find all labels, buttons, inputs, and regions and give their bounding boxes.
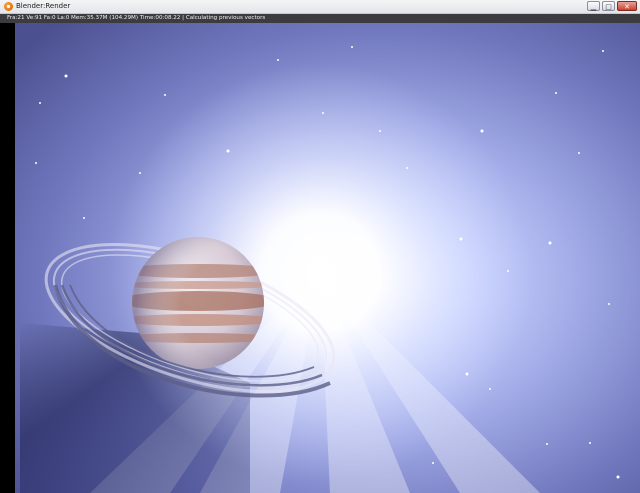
render-image (0, 23, 640, 493)
minimize-button[interactable]: ▁ (587, 1, 600, 11)
minimize-icon: ▁ (590, 3, 597, 11)
render-viewport[interactable] (0, 23, 640, 493)
window-title: Blender:Render (16, 2, 71, 10)
maximize-icon: □ (605, 3, 612, 11)
blender-icon (4, 2, 13, 11)
render-status-bar: Fra:21 Ve:91 Fa:0 La:0 Mem:35.37M (104.2… (0, 14, 640, 23)
maximize-button[interactable]: □ (602, 1, 615, 11)
close-icon: ✕ (624, 3, 630, 11)
blender-render-window: Blender:Render ▁ □ ✕ Fra:21 Ve:91 Fa:0 L… (0, 0, 640, 493)
title-bar[interactable]: Blender:Render ▁ □ ✕ (0, 0, 640, 14)
window-controls: ▁ □ ✕ (587, 1, 637, 12)
render-status-text: Fra:21 Ve:91 Fa:0 La:0 Mem:35.37M (104.2… (7, 15, 266, 21)
close-button[interactable]: ✕ (617, 1, 637, 11)
